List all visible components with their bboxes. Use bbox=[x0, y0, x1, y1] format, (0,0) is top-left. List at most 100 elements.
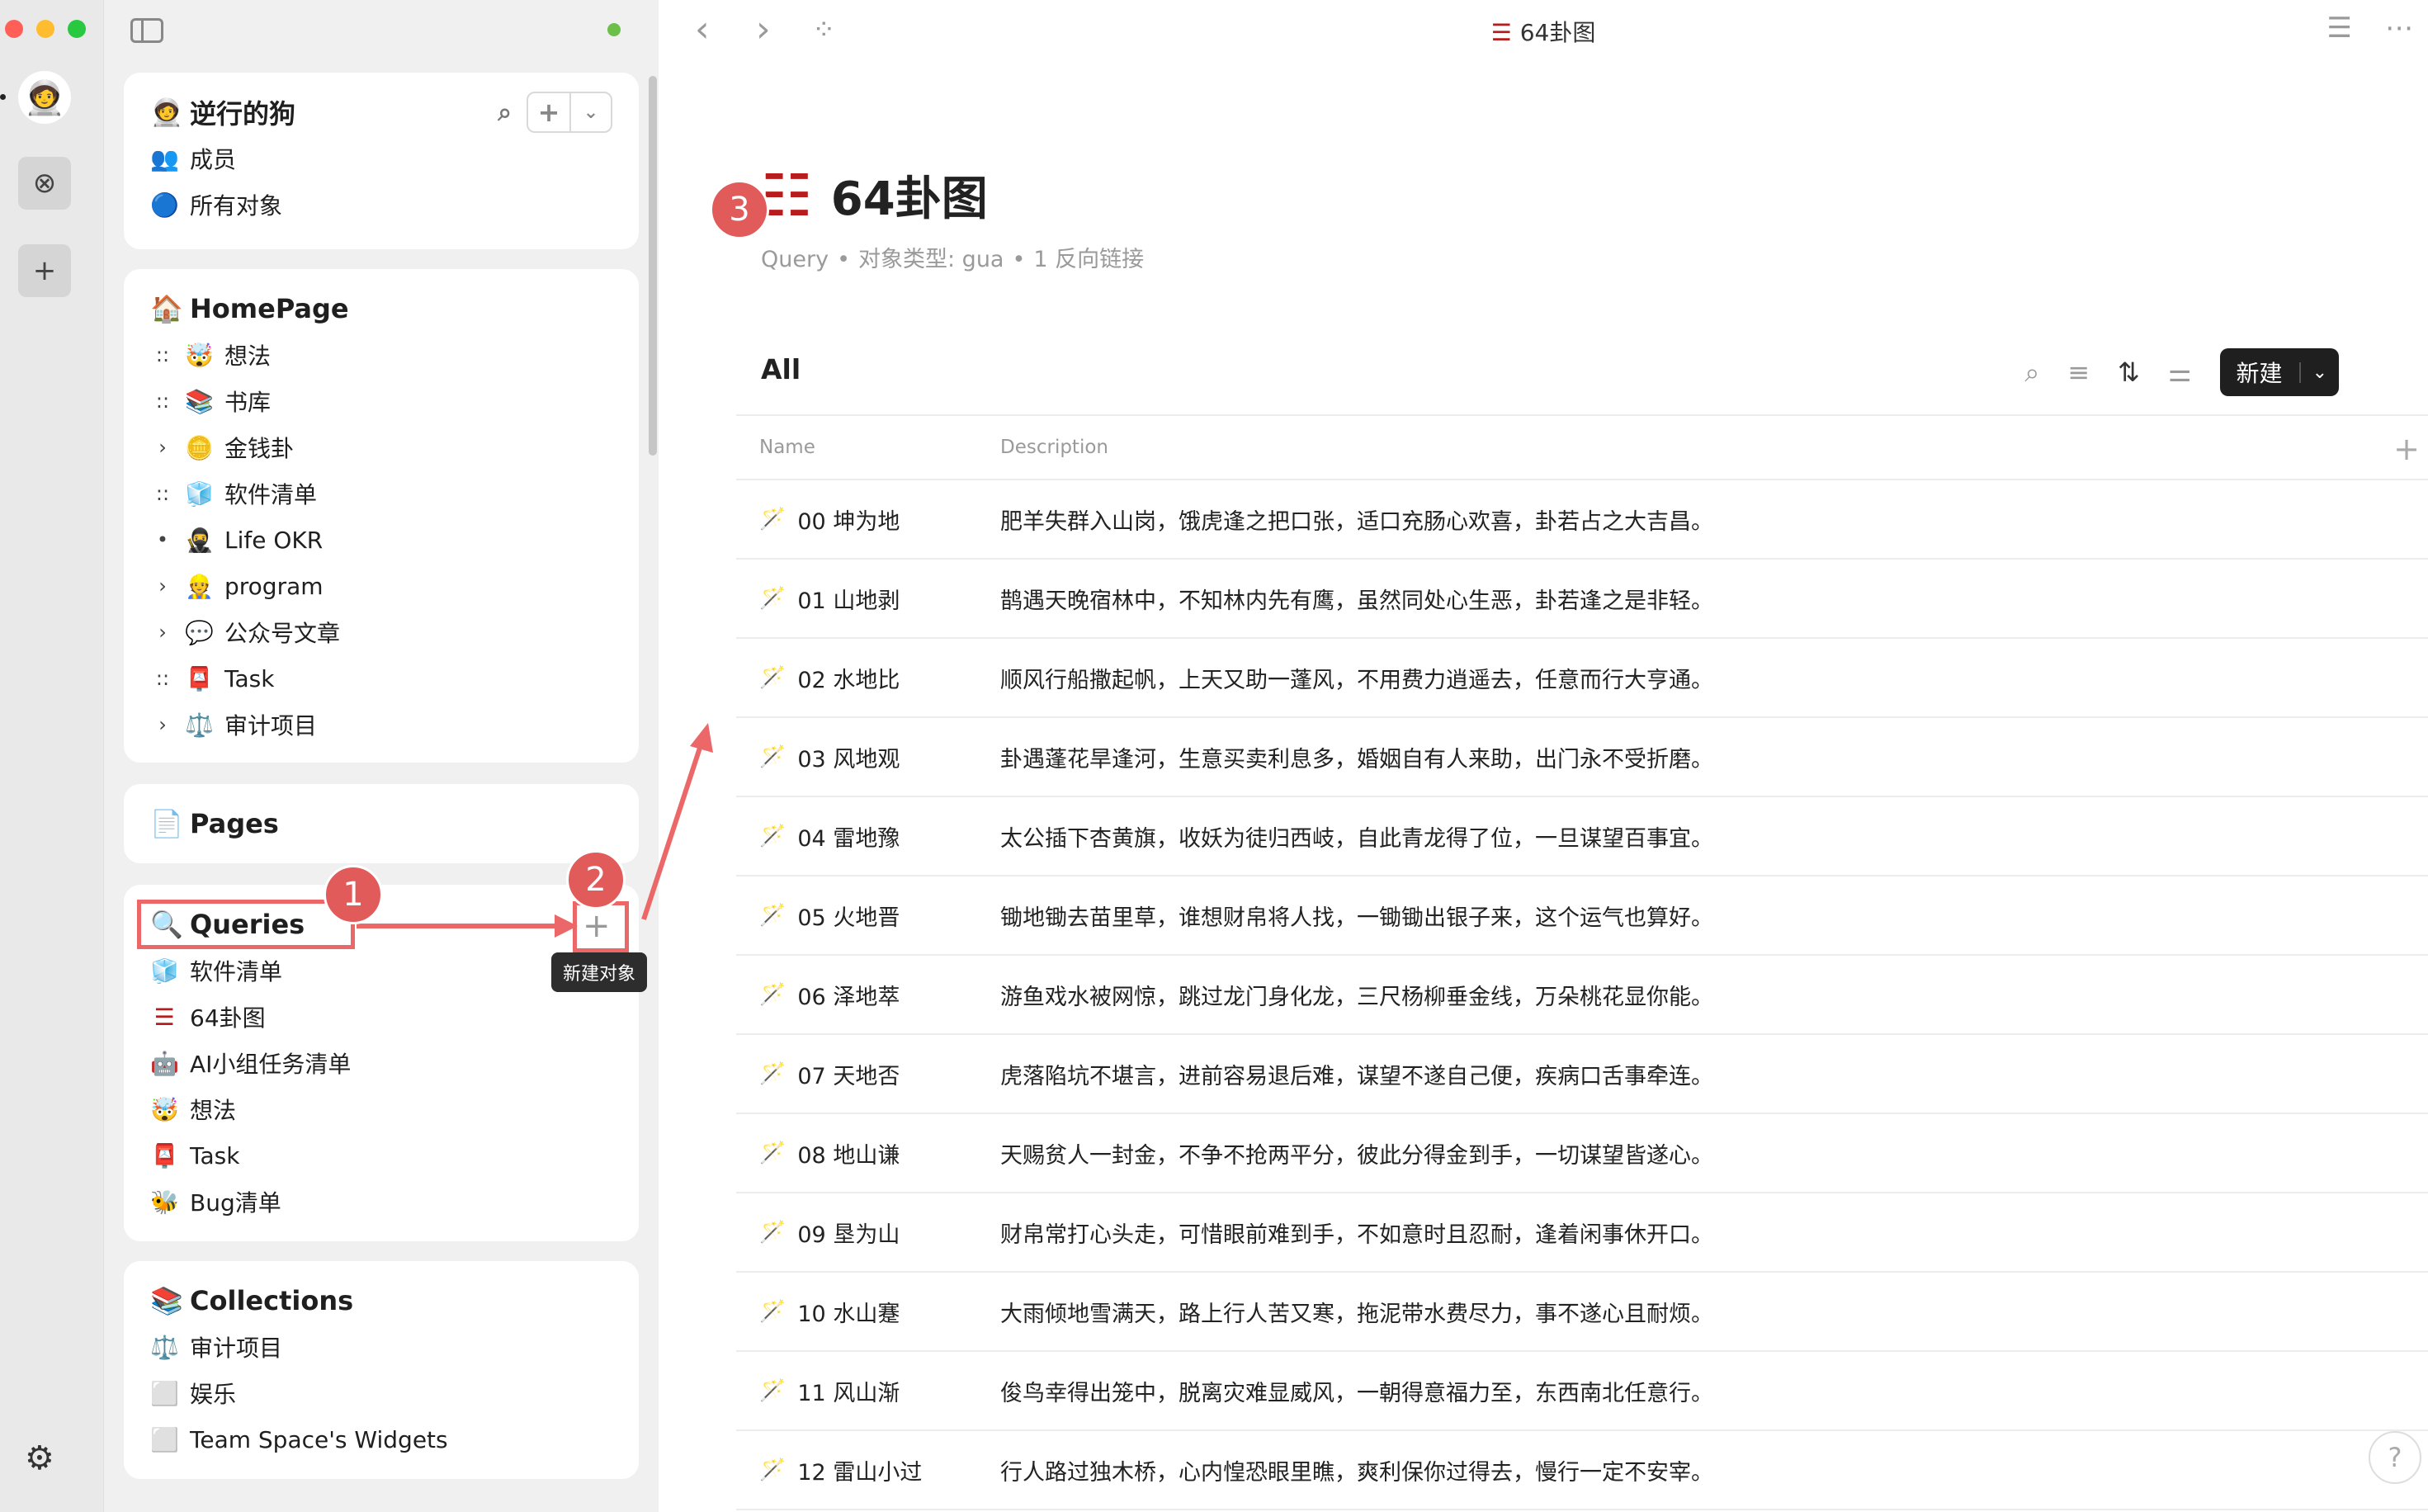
sidebar-item-money-gua[interactable]: › 🪙 金钱卦 bbox=[124, 424, 639, 470]
table-row[interactable]: 🪄 11 风山渐 俊鸟幸得出笼中，脱离灾难显威风，一朝得意福力至，东西南北任意行。 bbox=[736, 1352, 2428, 1431]
trigram-icon[interactable]: ☷ bbox=[761, 167, 813, 224]
row-name-cell[interactable]: 🪄 03 风地观 bbox=[736, 741, 1000, 773]
drag-handle-icon[interactable]: :: bbox=[150, 343, 175, 366]
settings-sliders-icon[interactable]: ⚌ bbox=[2168, 357, 2192, 388]
row-description[interactable]: 天赐贫人一封金，不争不抢两平分，彼此分得金到手，一切谋望皆遂心。 bbox=[1000, 1137, 2428, 1169]
row-name-cell[interactable]: 🪄 08 地山谦 bbox=[736, 1137, 1000, 1169]
sidebar-item-query-ai-tasks[interactable]: 🤖 AI小组任务清单 bbox=[124, 1040, 639, 1086]
meta-object-type[interactable]: 对象类型: gua bbox=[858, 247, 1004, 272]
sidebar-item-collection-widgets[interactable]: ⬜ Team Space's Widgets bbox=[124, 1416, 639, 1462]
sidebar-item-query-bugs[interactable]: 🐝 Bug清单 bbox=[124, 1179, 639, 1225]
row-description[interactable]: 卦遇蓬花旱逢河，生意买卖利息多，婚姻自有人来助，出门永不受折磨。 bbox=[1000, 741, 2428, 773]
outline-icon[interactable]: ☰ bbox=[2327, 12, 2352, 45]
chevron-right-icon[interactable]: › bbox=[150, 713, 175, 736]
sidebar-item-task[interactable]: :: 📮 Task bbox=[124, 655, 639, 702]
add-space-button[interactable]: + bbox=[18, 244, 71, 297]
row-description[interactable]: 肥羊失群入山岗，饿虎逢之把口张，适口充肠心欢喜，卦若占之大吉昌。 bbox=[1000, 503, 2428, 536]
row-name-cell[interactable]: 🪄 01 山地剥 bbox=[736, 583, 1000, 615]
row-description[interactable]: 大雨倾地雪满天，路上行人苦又寒，拖泥带水费尽力，事不遂心且耐烦。 bbox=[1000, 1296, 2428, 1328]
table-row[interactable]: 🪄 01 山地剥 鹊遇天晚宿林中，不知林内先有鹰，虽然同处心生恶，卦若逢之是非轻。 bbox=[736, 560, 2428, 639]
row-name-cell[interactable]: 🪄 04 雷地豫 bbox=[736, 820, 1000, 853]
search-icon[interactable]: ⌕ bbox=[498, 98, 512, 127]
sidebar-item-library[interactable]: :: 📚 书库 bbox=[124, 378, 639, 424]
more-options-icon[interactable]: ⋯ bbox=[2385, 12, 2413, 45]
row-name-cell[interactable]: 🪄 07 天地否 bbox=[736, 1058, 1000, 1090]
sidebar-scrollbar[interactable] bbox=[649, 76, 657, 456]
sidebar-item-members[interactable]: 👥 成员 bbox=[124, 135, 639, 182]
sidebar-toggle-icon[interactable] bbox=[130, 18, 163, 43]
drag-handle-icon[interactable]: :: bbox=[150, 482, 175, 505]
chevron-right-icon[interactable]: › bbox=[150, 436, 175, 459]
sidebar-item-query-64gua[interactable]: ☰ 64卦图 bbox=[124, 994, 639, 1040]
collections-header[interactable]: 📚 Collections bbox=[124, 1278, 639, 1324]
table-row[interactable]: 🪄 06 泽地萃 游鱼戏水被网惊，跳过龙门身化龙，三尺杨柳垂金线，万朵桃花显你能。 bbox=[736, 956, 2428, 1035]
row-name-cell[interactable]: 🪄 11 风山渐 bbox=[736, 1375, 1000, 1407]
view-tab-all[interactable]: All bbox=[761, 353, 801, 385]
table-row[interactable]: 🪄 02 水地比 顺风行船撒起帆，上天又助一蓬风，不用费力逍遥去，任意而行大亨通。 bbox=[736, 639, 2428, 718]
settings-gear-icon[interactable]: ⚙ bbox=[25, 1439, 54, 1477]
sidebar-item-ideas[interactable]: :: 🤯 想法 bbox=[124, 332, 639, 378]
pages-header[interactable]: 📄 Pages bbox=[124, 801, 639, 847]
row-description[interactable]: 俊鸟幸得出笼中，脱离灾难显威风，一朝得意福力至，东西南北任意行。 bbox=[1000, 1375, 2428, 1407]
chevron-right-icon[interactable]: › bbox=[150, 574, 175, 598]
create-dropdown-chevron-icon[interactable]: ⌄ bbox=[569, 93, 611, 131]
search-icon[interactable]: ⌕ bbox=[2024, 357, 2039, 389]
page-title-text[interactable]: 64卦图 bbox=[831, 162, 988, 229]
sidebar-item-query-ideas[interactable]: 🤯 想法 bbox=[124, 1086, 639, 1132]
sidebar-item-query-task[interactable]: 📮 Task bbox=[124, 1132, 639, 1179]
space-avatar[interactable]: 🧑‍🚀 bbox=[18, 71, 71, 124]
table-row[interactable]: 🪄 04 雷地豫 太公插下杏黄旗，收妖为徒归西岐，自此青龙得了位，一旦谋望百事宜。 bbox=[736, 797, 2428, 876]
row-description[interactable]: 虎落陷坑不堪言，进前容易退后难，谋望不遂自己便，疾病口舌事牵连。 bbox=[1000, 1058, 2428, 1090]
row-name-cell[interactable]: 🪄 02 水地比 bbox=[736, 662, 1000, 694]
row-description[interactable]: 游鱼戏水被网惊，跳过龙门身化龙，三尺杨柳垂金线，万朵桃花显你能。 bbox=[1000, 979, 2428, 1011]
row-name-cell[interactable]: 🪄 00 坤为地 bbox=[736, 503, 1000, 536]
meta-backlinks[interactable]: 1 反向链接 bbox=[1033, 247, 1144, 272]
filter-icon[interactable]: ≡ bbox=[2067, 357, 2090, 388]
row-name-cell[interactable]: 🪄 05 火地晋 bbox=[736, 900, 1000, 932]
new-object-plus-icon[interactable]: + bbox=[583, 908, 611, 944]
table-row[interactable]: 🪄 05 火地晋 锄地锄去苗里草，谁想财帛将人找，一锄锄出银子来，这个运气也算好。 bbox=[736, 876, 2428, 956]
close-window-button[interactable] bbox=[5, 20, 23, 38]
drag-handle-icon[interactable]: :: bbox=[150, 667, 175, 690]
sidebar-item-collection-audit[interactable]: ⚖️ 审计项目 bbox=[124, 1324, 639, 1370]
row-description[interactable]: 财帛常打心头走，可惜眼前难到手，不如意时且忍耐，逢着闲事休开口。 bbox=[1000, 1217, 2428, 1249]
row-name-cell[interactable]: 🪄 10 水山蹇 bbox=[736, 1296, 1000, 1328]
row-name-cell[interactable]: 🪄 06 泽地萃 bbox=[736, 979, 1000, 1011]
table-row[interactable]: 🪄 03 风地观 卦遇蓬花旱逢河，生意买卖利息多，婚姻自有人来助，出门永不受折磨。 bbox=[736, 718, 2428, 797]
row-description[interactable]: 顺风行船撒起帆，上天又助一蓬风，不用费力逍遥去，任意而行大亨通。 bbox=[1000, 662, 2428, 694]
table-row[interactable]: 🪄 12 雷山小过 行人路过独木桥，心内惶恐眼里瞧，爽利保你过得去，慢行一定不安宰。 bbox=[736, 1431, 2428, 1510]
row-name-cell[interactable]: 🪄 12 雷山小过 bbox=[736, 1454, 1000, 1486]
row-name-cell[interactable]: 🪄 09 垦为山 bbox=[736, 1217, 1000, 1249]
table-row[interactable]: 🪄 07 天地否 虎落陷坑不堪言，进前容易退后难，谋望不遂自己便，疾病口舌事牵连。 bbox=[736, 1035, 2428, 1114]
sidebar-item-life-okr[interactable]: • 🥷 Life OKR bbox=[124, 517, 639, 563]
minimize-window-button[interactable] bbox=[36, 20, 54, 38]
chevron-right-icon[interactable]: › bbox=[150, 621, 175, 644]
column-header-description[interactable]: Description bbox=[1000, 437, 1108, 458]
table-row[interactable]: 🪄 10 水山蹇 大雨倾地雪满天，路上行人苦又寒，拖泥带水费尽力，事不遂心且耐烦。 bbox=[736, 1273, 2428, 1352]
row-description[interactable]: 太公插下杏黄旗，收妖为徒归西岐，自此青龙得了位，一旦谋望百事宜。 bbox=[1000, 820, 2428, 853]
explore-icon[interactable]: ⊗ bbox=[18, 157, 71, 210]
sidebar-item-all-objects[interactable]: 🔵 所有对象 bbox=[124, 182, 639, 228]
zoom-window-button[interactable] bbox=[68, 20, 86, 38]
add-column-icon[interactable]: + bbox=[2393, 431, 2420, 467]
sidebar-item-audit[interactable]: › ⚖️ 审计项目 bbox=[124, 702, 639, 748]
row-description[interactable]: 锄地锄去苗里草，谁想财帛将人找，一锄锄出银子来，这个运气也算好。 bbox=[1000, 900, 2428, 932]
sidebar-item-collection-entertainment[interactable]: ⬜ 娱乐 bbox=[124, 1370, 639, 1416]
table-row[interactable]: 🪄 08 地山谦 天赐贫人一封金，不争不抢两平分，彼此分得金到手，一切谋望皆遂心。 bbox=[736, 1114, 2428, 1193]
sidebar-item-program[interactable]: › 👷 program bbox=[124, 563, 639, 609]
row-description[interactable]: 行人路过独木桥，心内惶恐眼里瞧，爽利保你过得去，慢行一定不安宰。 bbox=[1000, 1454, 2428, 1486]
sidebar-item-wechat-articles[interactable]: › 💬 公众号文章 bbox=[124, 609, 639, 655]
drag-handle-icon[interactable]: :: bbox=[150, 390, 175, 413]
row-description[interactable]: 鹊遇天晚宿林中，不知林内先有鹰，虽然同处心生恶，卦若逢之是非轻。 bbox=[1000, 583, 2428, 615]
column-header-name[interactable]: Name bbox=[736, 437, 1000, 458]
workspace-header[interactable]: 🧑‍🚀 逆行的狗 ⌕ + ⌄ bbox=[124, 89, 639, 135]
sidebar-item-software-list[interactable]: :: 🧊 软件清单 bbox=[124, 470, 639, 517]
create-plus-button[interactable]: + bbox=[528, 93, 569, 131]
table-row[interactable]: 🪄 00 坤为地 肥羊失群入山岗，饿虎逢之把口张，适口充肠心欢喜，卦若占之大吉昌。 bbox=[736, 480, 2428, 560]
new-object-button[interactable]: 新建 bbox=[2220, 356, 2299, 389]
chevron-down-icon[interactable]: ⌄ bbox=[2298, 361, 2339, 383]
sort-icon[interactable]: ⇅ bbox=[2118, 357, 2140, 388]
help-icon[interactable]: ? bbox=[2369, 1431, 2421, 1484]
homepage-header[interactable]: 🏠 HomePage bbox=[124, 286, 639, 332]
table-row[interactable]: 🪄 09 垦为山 财帛常打心头走，可惜眼前难到手，不如意时且忍耐，逢着闲事休开口。 bbox=[736, 1193, 2428, 1273]
